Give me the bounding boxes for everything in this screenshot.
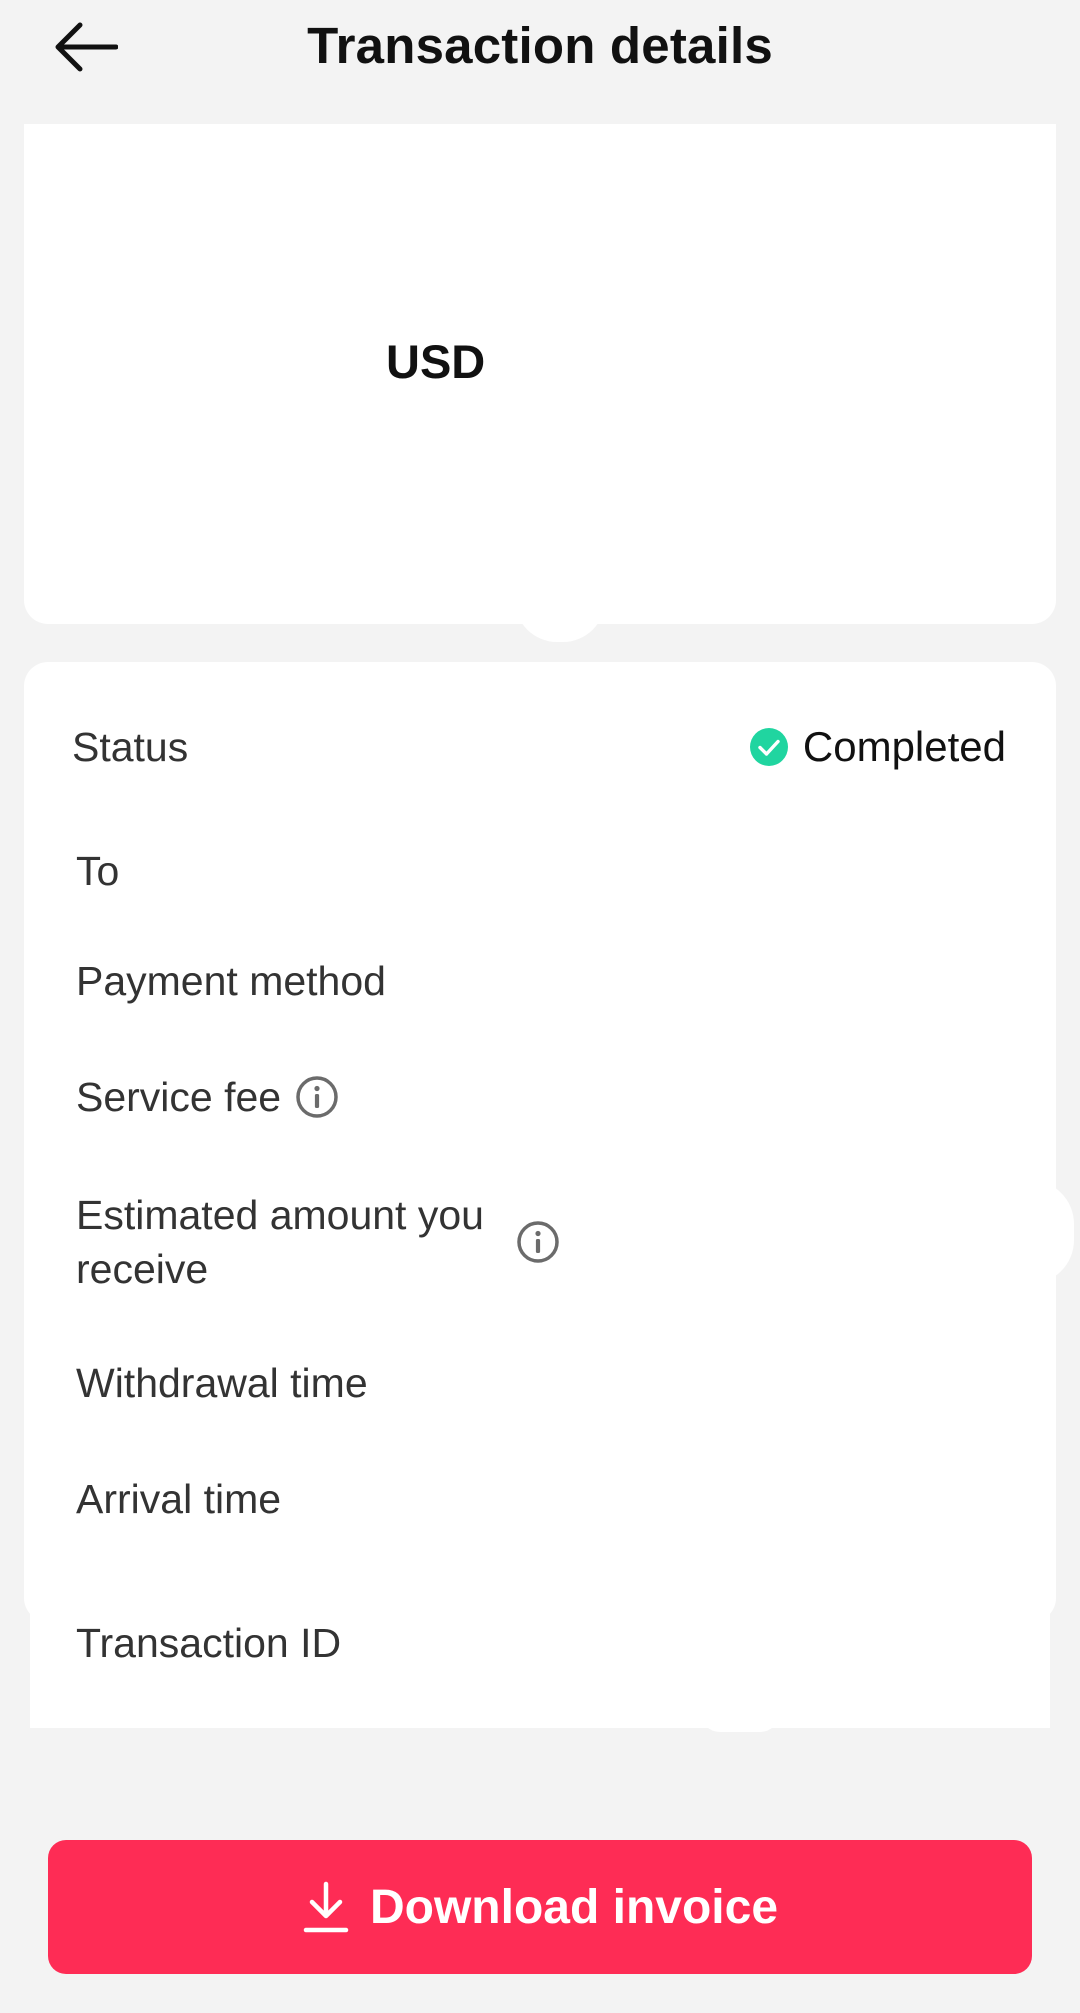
page-title: Transaction details (307, 17, 773, 74)
service-fee-label: Service fee (76, 1074, 282, 1120)
header: Transaction details (0, 0, 1080, 110)
amount-card: USD (24, 124, 1056, 624)
check-circle-icon (749, 727, 789, 767)
estimated-amount-label: Estimated amount you receive (76, 1192, 484, 1292)
service-fee-row: Service fee (76, 1070, 339, 1124)
download-invoice-label: Download invoice (369, 1880, 779, 1934)
withdrawal-time-label: Withdrawal time (76, 1360, 368, 1406)
info-icon[interactable] (295, 1075, 339, 1119)
arrival-time-label: Arrival time (76, 1476, 282, 1522)
transaction-details-page: Transaction details USD Status Completed… (0, 0, 1080, 2013)
status-text: Completed (802, 723, 1006, 770)
download-icon (302, 1880, 350, 1934)
card-edge-bump (1030, 1180, 1074, 1284)
info-icon[interactable] (516, 1220, 560, 1264)
card-bottom-bump (700, 1712, 780, 1732)
status-value: Completed (749, 720, 1006, 774)
estimated-amount-row: Estimated amount you receive (76, 1188, 560, 1296)
download-invoice-button[interactable]: Download invoice (48, 1840, 1032, 1974)
currency-label: USD (386, 335, 486, 388)
transaction-id-label: Transaction ID (76, 1620, 342, 1666)
payment-method-label: Payment method (76, 958, 386, 1004)
to-label: To (76, 848, 120, 894)
card-notch (515, 600, 605, 642)
status-label: Status (72, 724, 189, 770)
